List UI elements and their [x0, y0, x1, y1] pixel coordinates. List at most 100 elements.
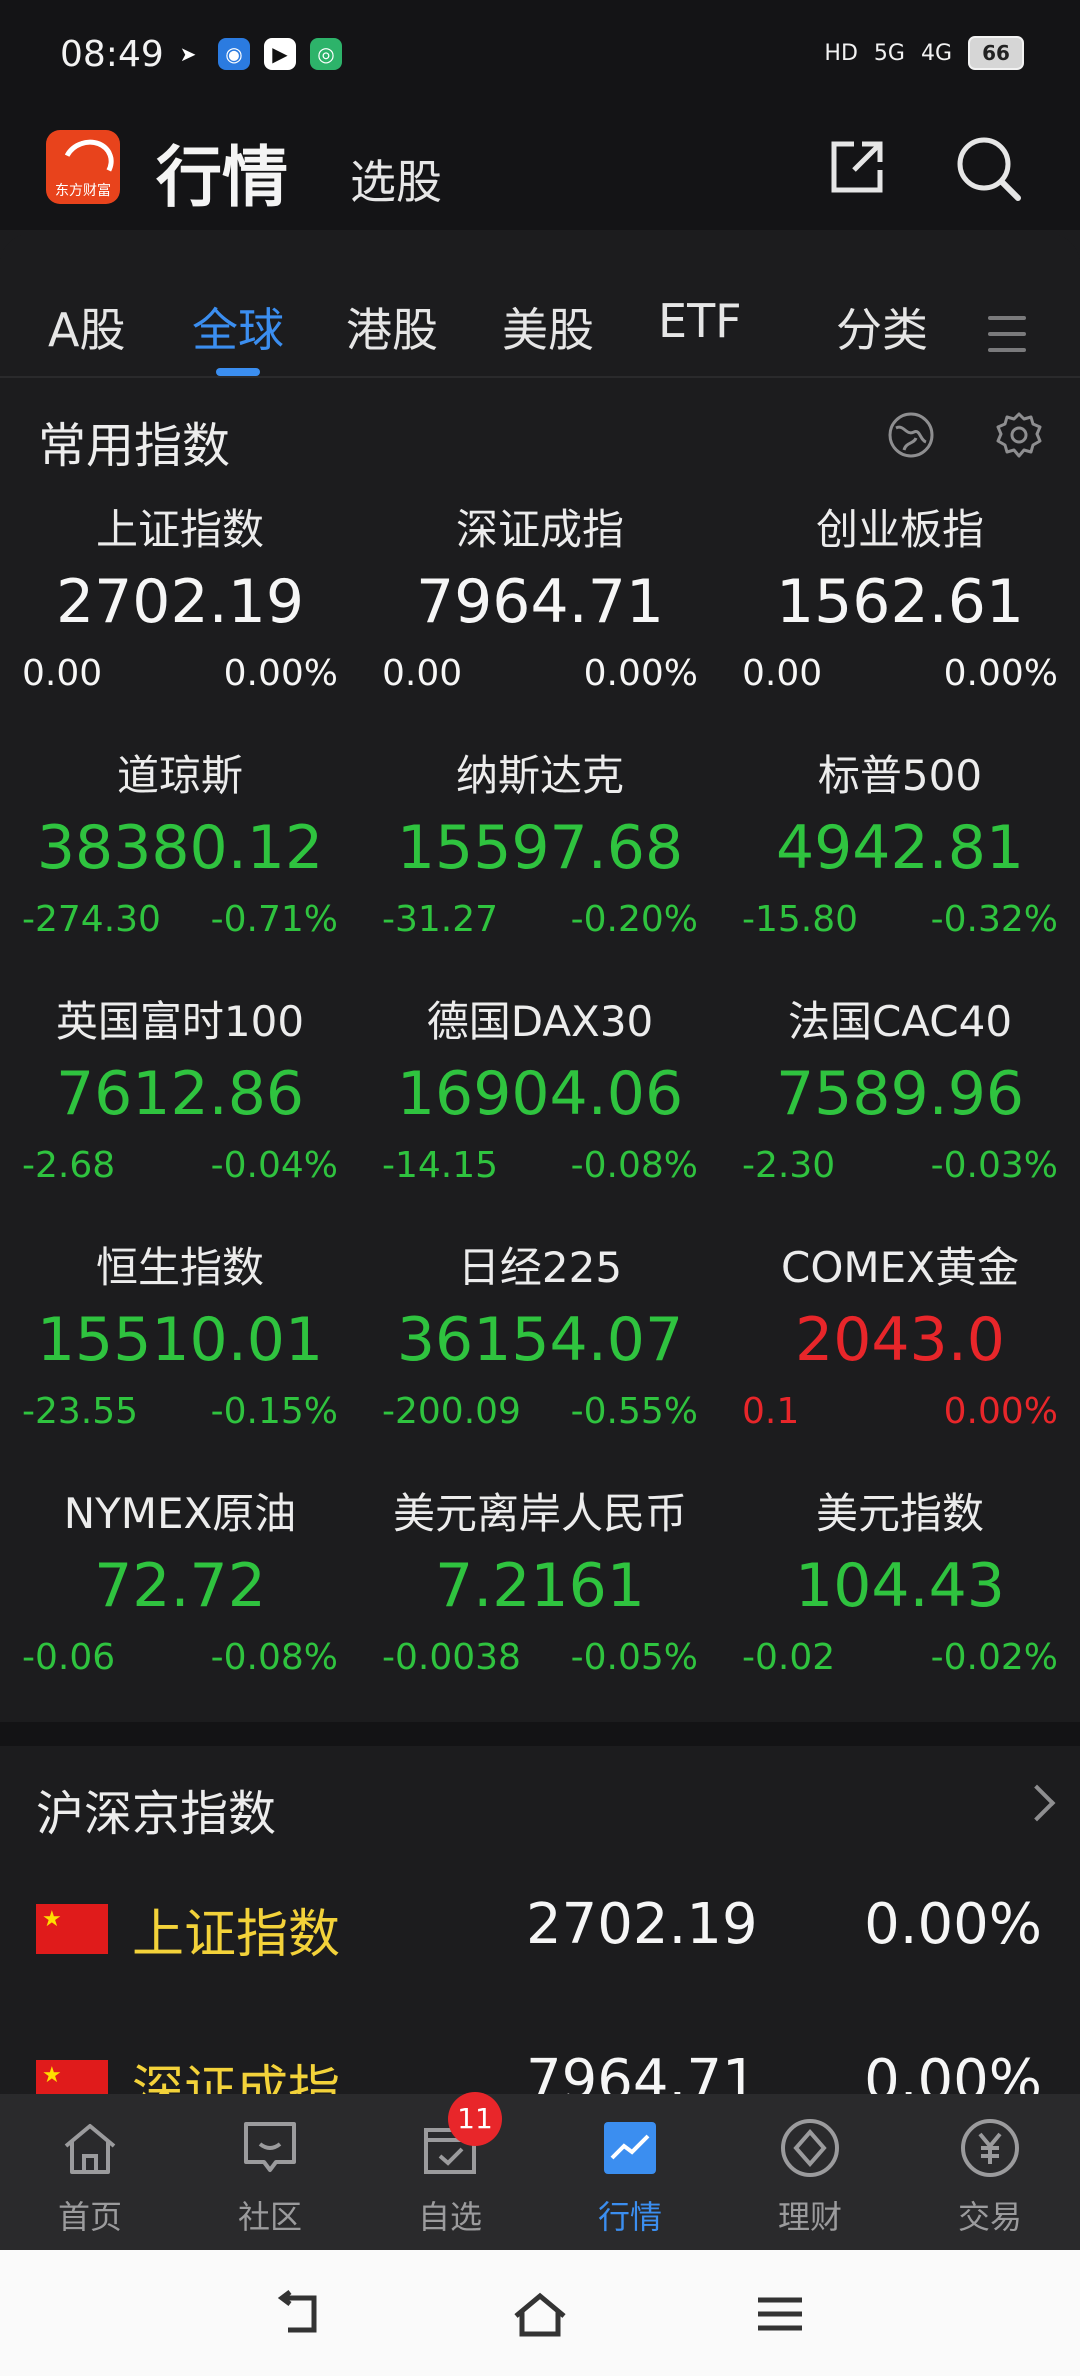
index-name: 德国DAX30: [426, 997, 654, 1046]
index-card[interactable]: 德国DAX30 16904.06 -14.15 -0.08%: [360, 992, 720, 1238]
shsz-indices-title[interactable]: 沪深京指数: [36, 1774, 276, 1844]
index-card[interactable]: 法国CAC40 7589.96 -2.30 -0.03%: [720, 992, 1080, 1238]
nav-label: 社区: [237, 2198, 302, 2236]
index-change: -31.27: [382, 899, 499, 940]
tab-category[interactable]: 分类: [836, 294, 928, 360]
index-card[interactable]: COMEX黄金 2043.0 0.1 0.00%: [720, 1238, 1080, 1484]
market-tabs: A股 全球 港股 美股 ETF 分类: [0, 234, 1080, 378]
index-card[interactable]: 恒生指数 15510.01 -23.55 -0.15%: [0, 1238, 360, 1484]
settings-gear-icon[interactable]: [994, 410, 1044, 460]
nav-watchlist[interactable]: 自选: [380, 2116, 520, 2238]
status-notification-icons: ➤ ◉ ▶ ◎: [172, 38, 342, 70]
signal-4g-icon: 4G: [920, 40, 952, 66]
index-change-row: -200.09 -0.55%: [360, 1382, 720, 1442]
index-name: 美元指数: [815, 1489, 984, 1538]
nav-community[interactable]: 社区: [200, 2116, 340, 2238]
index-name: 上证指数: [95, 505, 264, 554]
index-change-row: 0.00 0.00%: [720, 644, 1080, 704]
index-change-pct: -0.08%: [570, 1145, 698, 1186]
status-right: HD 5G 4G 66: [824, 36, 1024, 70]
index-change: 0.1: [742, 1391, 800, 1432]
index-change: -0.02: [742, 1637, 836, 1678]
battery-icon: 66: [968, 36, 1024, 70]
index-change: -0.0038: [382, 1637, 521, 1678]
index-change-pct: 0.00%: [864, 1892, 1042, 1957]
index-card[interactable]: 美元离岸人民币 7.2161 -0.0038 -0.05%: [360, 1484, 720, 1730]
nav-label: 交易: [957, 2198, 1022, 2236]
watchlist-badge: 11: [448, 2092, 502, 2146]
list-item[interactable]: ★ 上证指数 2702.19 0.00%: [0, 1874, 1080, 2004]
index-change-pct: 0.00%: [943, 1391, 1058, 1432]
index-change-row: -14.15 -0.08%: [360, 1136, 720, 1196]
index-name: NYMEX原油: [63, 1489, 297, 1538]
search-icon[interactable]: [954, 134, 1024, 204]
chevron-right-icon[interactable]: [1018, 1784, 1056, 1822]
index-name: 纳斯达克: [455, 751, 624, 800]
tab-us[interactable]: 美股: [502, 294, 594, 360]
china-flag-icon: ★: [36, 1904, 108, 1954]
index-change: -23.55: [22, 1391, 139, 1432]
nav-wealth[interactable]: 理财: [740, 2116, 880, 2238]
index-change-pct: -0.04%: [210, 1145, 338, 1186]
index-name: 创业板指: [815, 505, 984, 554]
index-price: 7.2161: [435, 1551, 645, 1621]
index-price: 104.43: [795, 1551, 1005, 1621]
yuan-icon: [961, 2119, 1019, 2177]
index-price: 2702.19: [526, 1892, 758, 1957]
share-icon[interactable]: [826, 136, 888, 198]
tab-hk[interactable]: 港股: [346, 294, 438, 360]
bottom-navigation: 首页 社区 自选 行情 理财 交易: [0, 2094, 1080, 2250]
back-icon[interactable]: [268, 2284, 328, 2344]
nav-label: 自选: [417, 2198, 482, 2236]
index-change-row: -2.68 -0.04%: [0, 1136, 360, 1196]
index-card[interactable]: 创业板指 1562.61 0.00 0.00%: [720, 500, 1080, 746]
index-change-row: -0.02 -0.02%: [720, 1628, 1080, 1688]
tab-etf[interactable]: ETF: [658, 294, 742, 348]
index-price: 2702.19: [55, 567, 305, 637]
index-card[interactable]: 标普500 4942.81 -15.80 -0.32%: [720, 746, 1080, 992]
index-change: 0.00: [22, 653, 103, 694]
index-card[interactable]: 纳斯达克 15597.68 -31.27 -0.20%: [360, 746, 720, 992]
recents-menu-icon[interactable]: [750, 2284, 810, 2344]
index-change: -15.80: [742, 899, 859, 940]
index-change-row: 0.00 0.00%: [0, 644, 360, 704]
index-name: 英国富时100: [55, 997, 305, 1046]
index-card[interactable]: 道琼斯 38380.12 -274.30 -0.71%: [0, 746, 360, 992]
home-icon: [64, 2124, 116, 2174]
tab-menu-icon[interactable]: [988, 316, 1026, 364]
index-change-pct: 0.00%: [583, 653, 698, 694]
status-time: 08:49: [60, 34, 164, 75]
index-name: 标普500: [817, 751, 983, 800]
nav-market[interactable]: 行情: [560, 2116, 700, 2238]
page-title: 行情: [156, 139, 288, 216]
index-card[interactable]: 日经225 36154.07 -200.09 -0.55%: [360, 1238, 720, 1484]
index-change-row: -0.06 -0.08%: [0, 1628, 360, 1688]
index-change-row: 0.00 0.00%: [360, 644, 720, 704]
tab-a-shares[interactable]: A股: [48, 294, 125, 360]
index-card[interactable]: 上证指数 2702.19 0.00 0.00%: [0, 500, 360, 746]
index-change-pct: 0.00%: [223, 653, 338, 694]
home-button-icon[interactable]: [510, 2284, 570, 2344]
index-change-pct: -0.71%: [210, 899, 338, 940]
index-card[interactable]: 深证成指 7964.71 0.00 0.00%: [360, 500, 720, 746]
stock-picker-link[interactable]: 选股: [350, 146, 442, 212]
index-change-row: -23.55 -0.15%: [0, 1382, 360, 1442]
index-card[interactable]: NYMEX原油 72.72 -0.06 -0.08%: [0, 1484, 360, 1730]
nav-label: 首页: [57, 2198, 122, 2236]
index-card[interactable]: 美元指数 104.43 -0.02 -0.02%: [720, 1484, 1080, 1730]
nav-home[interactable]: 首页: [20, 2116, 160, 2238]
status-bar: 08:49 ➤ ◉ ▶ ◎ HD 5G 4G 66: [0, 0, 1080, 110]
index-name: 美元离岸人民币: [392, 1489, 687, 1538]
index-card[interactable]: 英国富时100 7612.86 -2.68 -0.04%: [0, 992, 360, 1238]
nav-trade[interactable]: 交易: [920, 2116, 1060, 2238]
index-change: -2.68: [22, 1145, 116, 1186]
index-price: 15510.01: [36, 1305, 324, 1375]
globe-icon[interactable]: [886, 410, 936, 460]
system-navigation-bar: [0, 2250, 1080, 2376]
index-change-row: 0.1 0.00%: [720, 1382, 1080, 1442]
common-indices-title: 常用指数: [38, 418, 231, 474]
nav-label: 行情: [597, 2198, 662, 2236]
play-icon: ▶: [264, 38, 296, 70]
tab-global[interactable]: 全球: [192, 294, 284, 360]
index-price: 2043.0: [795, 1305, 1005, 1375]
